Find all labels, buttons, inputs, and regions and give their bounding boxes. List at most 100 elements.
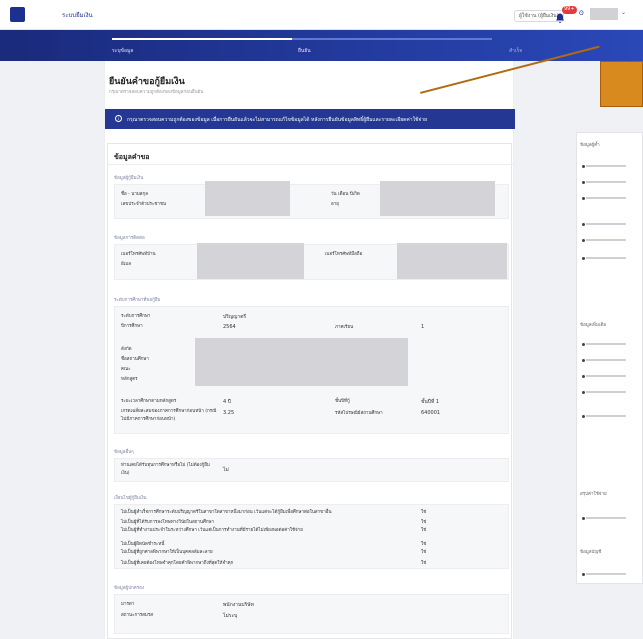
bullet [582,223,585,226]
redacted-dob [380,181,495,216]
bullet [582,517,585,520]
panel-line [586,375,626,377]
dob-label: วัน เดือน ปีเกิด [331,192,360,197]
school-label-1: สังกัด [121,347,132,352]
summary-panel: ข้อมูลผู้ค้ำ ข้อมูลเพิ่มเติม สรุปค่าใช้จ… [576,132,643,584]
panel-line [586,573,626,575]
gpa-value: 3.25 [223,410,235,416]
redacted-school [195,338,408,386]
class-value: ชั้นปีที่ 1 [421,399,440,405]
user-name-redacted[interactable] [590,8,618,20]
step-1: ระบุข้อมูล [112,48,134,54]
panel-line [586,239,626,241]
page-subtitle: กรุณาตรวจสอบความถูกต้องของข้อมูลก่อนยืนย… [109,90,204,95]
term-value: 1 [421,324,425,330]
class-label: ชั้นปีที่กู้ [335,399,350,404]
banner-text: กรุณาตรวจสอบความถูกต้องของข้อมูล เมื่อกา… [127,117,428,123]
panel-line [586,343,626,345]
bullet [582,257,585,260]
section-conditions: เงื่อนไขผู้กู้ยืมเงิน [114,496,147,501]
section-borrower: ข้อมูลผู้กู้ยืมเงิน [114,176,144,181]
mobile-label: เบอร์โทรศัพท์มือถือ [325,252,363,257]
contact-box: เบอร์โทรศัพท์บ้าน อีเมล เบอร์โทรศัพท์มือ… [114,243,509,280]
scholarship-value: ไม่ [223,467,229,473]
chevron-down-icon[interactable]: ⌄ [621,9,626,16]
panel-line [586,165,626,167]
school-label-3: คณะ [121,367,131,372]
name-label: ชื่อ - นามสกุล [121,192,149,197]
bullet [582,415,585,418]
card-title: ข้อมูลคำขอ [114,153,150,161]
bullet [582,343,585,346]
scholarship-label: ท่านเคยได้รับทุนการศึกษาหรือไม่ (ไม่ต้อง… [121,463,210,476]
app-name[interactable]: ระบบยืมเงิน [62,10,93,20]
section-parent: ข้อมูลผู้ปกครอง [114,586,145,591]
bullet [582,197,585,200]
step-3: สำเร็จ [509,48,523,54]
relation-value: พนักงานบริษัท [223,602,254,608]
year-label: ปีการศึกษา [121,324,143,329]
logo[interactable] [10,7,25,22]
redacted-mobile [397,243,507,279]
section-other: ข้อมูลอื่นๆ [114,450,134,455]
condition-2-answer: ใช่ [421,520,427,525]
page-title: ยืนยันคำขอกู้ยืมเงิน [109,77,185,87]
borrower-box: ชื่อ - นามสกุล เลขประจำตัวประชาชน วัน เด… [114,181,509,219]
year-value: 2564 [223,324,236,330]
notification-badge: 99+ [562,6,577,14]
home-phone-label: เบอร์โทรศัพท์บ้าน [121,252,156,257]
bullet [582,391,585,394]
conditions-box: ไม่เป็นผู้สำเร็จการศึกษาระดับปริญญาตรีใน… [114,504,509,569]
panel-line [586,257,626,259]
condition-4-answer: ใช่ [421,542,427,547]
condition-5-answer: ใช่ [421,550,427,555]
annotation-box [600,61,643,107]
panel-label-2: ข้อมูลเพิ่มเติม [580,323,607,328]
section-contact: ข้อมูลการติดต่อ [114,236,145,241]
request-card: ข้อมูลคำขอ ข้อมูลผู้กู้ยืมเงิน ชื่อ - นา… [107,143,513,639]
panel-line [586,391,626,393]
postcode-value: 640001 [421,410,441,416]
level-label: ระดับการศึกษา [121,314,151,319]
condition-4: ไม่เป็นผู้ผิดนัดชำระหนี้ [121,542,165,547]
stepper: ระบุข้อมูล ยืนยัน สำเร็จ [0,30,643,61]
user-icon[interactable]: ʘ [579,10,584,17]
parent-box: มารดา พนักงานบริษัท สถานะการสมรส ไม่ระบุ [114,594,509,634]
email-label: อีเมล [121,262,131,267]
condition-3: ไม่เป็นผู้ที่ทำงานประจำในระหว่างศึกษา เว… [121,528,303,533]
panel-line [586,197,626,199]
panel-label-3: สรุปค่าใช้จ่าย [580,492,607,497]
id-label: เลขประจำตัวประชาชน [121,202,167,207]
duration-label: ระยะเวลาศึกษาตามหลักสูตร [121,399,177,404]
panel-line [586,359,626,361]
term-label: ภาคเรียน [335,325,354,330]
relation-label: มารดา [121,602,135,607]
condition-3-answer: ใช่ [421,528,427,533]
condition-2: ไม่เป็นผู้ที่ได้รับการลงโทษทางวินัยในสถา… [121,520,215,525]
bullet [582,573,585,576]
redacted-borrower [205,181,290,216]
status-label: สถานะการสมรส [121,613,154,618]
stepper-progress [112,38,292,40]
bullet [582,181,585,184]
section-education: ระดับการศึกษาที่ขอกู้ยืม [114,298,161,303]
top-bar: ระบบยืมเงิน ผู้ใช้งาน (ผู้ยืมเงิน) 99+ ʘ… [0,0,643,30]
divider [108,164,513,165]
condition-6-answer: ใช่ [421,561,427,566]
status-value: ไม่ระบุ [223,613,238,619]
other-box: ท่านเคยได้รับทุนการศึกษาหรือไม่ (ไม่ต้อง… [114,458,509,482]
condition-6: ไม่เป็นผู้ที่เคยต้องโทษจำคุกโดยคำพิพากษา… [121,561,234,566]
main-content: ยืนยันคำขอกู้ยืมเงิน กรุณาตรวจสอบความถูก… [104,61,515,639]
step-2: ยืนยัน [298,48,311,54]
gpa-label: เกรดเฉลี่ยสะสมของภาคการศึกษาก่อนหน้า (กร… [121,409,217,422]
panel-line [586,223,626,225]
condition-1-answer: ใช่ [421,510,427,515]
panel-label-4: ข้อมูลบัญชี [580,550,602,555]
postcode-label: รหัสไปรษณีย์สถานศึกษา [335,411,383,416]
bullet [582,359,585,362]
bullet [582,239,585,242]
redacted-contact [197,243,304,279]
condition-5: ไม่เป็นผู้ที่ถูกศาลพิพากษาให้เป็นบุคคลล้… [121,550,213,555]
school-label-2: ชื่อสถานศึกษา [121,357,149,362]
info-banner: i กรุณาตรวจสอบความถูกต้องของข้อมูล เมื่อ… [105,109,515,129]
